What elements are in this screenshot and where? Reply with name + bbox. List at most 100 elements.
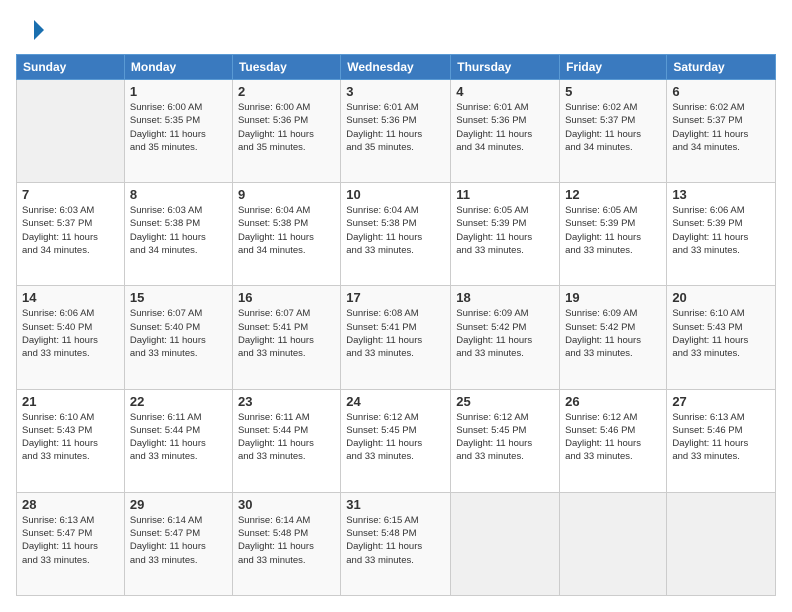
day-number: 30 bbox=[238, 497, 335, 512]
day-info: Sunrise: 6:03 AM Sunset: 5:38 PM Dayligh… bbox=[130, 204, 227, 257]
calendar-cell: 9Sunrise: 6:04 AM Sunset: 5:38 PM Daylig… bbox=[232, 183, 340, 286]
day-number: 10 bbox=[346, 187, 445, 202]
calendar-cell: 12 Sunrise: 6:05 AM Sunset: 5:39 PM Dayli… bbox=[560, 183, 667, 286]
calendar-cell bbox=[17, 80, 125, 183]
day-info: Sunrise: 6:02 AM Sunset: 5:37 PM Dayligh… bbox=[672, 101, 770, 154]
day-number: 9 bbox=[238, 187, 335, 202]
calendar-cell: 27 Sunrise: 6:13 AM Sunset: 5:46 PM Dayli… bbox=[667, 389, 776, 492]
day-info: Sunrise: 6:09 AM Sunset: 5:42 PM Dayligh… bbox=[565, 307, 661, 360]
day-info: Sunrise: 6:12 AM Sunset: 5:45 PM Dayligh… bbox=[456, 411, 554, 464]
weekday-thursday: Thursday bbox=[451, 55, 560, 80]
weekday-header-row: SundayMondayTuesdayWednesdayThursdayFrid… bbox=[17, 55, 776, 80]
day-number: 6 bbox=[672, 84, 770, 99]
calendar-cell: 16 Sunrise: 6:07 AM Sunset: 5:41 PM Dayli… bbox=[232, 286, 340, 389]
day-number: 14 bbox=[22, 290, 119, 305]
day-number: 18 bbox=[456, 290, 554, 305]
calendar-cell: 24 Sunrise: 6:12 AM Sunset: 5:45 PM Dayli… bbox=[341, 389, 451, 492]
day-number: 21 bbox=[22, 394, 119, 409]
calendar-cell: 15 Sunrise: 6:07 AM Sunset: 5:40 PM Dayli… bbox=[124, 286, 232, 389]
day-info: Sunrise: 6:00 AM Sunset: 5:35 PM Dayligh… bbox=[130, 101, 227, 154]
day-number: 3 bbox=[346, 84, 445, 99]
day-number: 19 bbox=[565, 290, 661, 305]
calendar-cell: 28 Sunrise: 6:13 AM Sunset: 5:47 PM Dayli… bbox=[17, 492, 125, 595]
day-number: 23 bbox=[238, 394, 335, 409]
day-info: Sunrise: 6:13 AM Sunset: 5:47 PM Dayligh… bbox=[22, 514, 119, 567]
calendar-cell: 18Sunrise: 6:09 AM Sunset: 5:42 PM Dayli… bbox=[451, 286, 560, 389]
day-info: Sunrise: 6:07 AM Sunset: 5:40 PM Dayligh… bbox=[130, 307, 227, 360]
day-number: 13 bbox=[672, 187, 770, 202]
calendar-cell: 23 Sunrise: 6:11 AM Sunset: 5:44 PM Dayli… bbox=[232, 389, 340, 492]
calendar-page: SundayMondayTuesdayWednesdayThursdayFrid… bbox=[0, 0, 792, 612]
day-number: 28 bbox=[22, 497, 119, 512]
day-info: Sunrise: 6:04 AM Sunset: 5:38 PM Dayligh… bbox=[346, 204, 445, 257]
day-info: Sunrise: 6:13 AM Sunset: 5:46 PM Dayligh… bbox=[672, 411, 770, 464]
calendar-cell: 13 Sunrise: 6:06 AM Sunset: 5:39 PM Dayli… bbox=[667, 183, 776, 286]
calendar-cell: 20Sunrise: 6:10 AM Sunset: 5:43 PM Dayli… bbox=[667, 286, 776, 389]
day-info: Sunrise: 6:03 AM Sunset: 5:37 PM Dayligh… bbox=[22, 204, 119, 257]
day-info: Sunrise: 6:08 AM Sunset: 5:41 PM Dayligh… bbox=[346, 307, 445, 360]
day-number: 15 bbox=[130, 290, 227, 305]
day-info: Sunrise: 6:12 AM Sunset: 5:45 PM Dayligh… bbox=[346, 411, 445, 464]
day-number: 8 bbox=[130, 187, 227, 202]
calendar-cell: 7 Sunrise: 6:03 AM Sunset: 5:37 PM Daylig… bbox=[17, 183, 125, 286]
week-row-5: 28 Sunrise: 6:13 AM Sunset: 5:47 PM Dayli… bbox=[17, 492, 776, 595]
calendar-cell: 30Sunrise: 6:14 AM Sunset: 5:48 PM Dayli… bbox=[232, 492, 340, 595]
day-info: Sunrise: 6:11 AM Sunset: 5:44 PM Dayligh… bbox=[238, 411, 335, 464]
calendar-cell: 6 Sunrise: 6:02 AM Sunset: 5:37 PM Daylig… bbox=[667, 80, 776, 183]
day-number: 25 bbox=[456, 394, 554, 409]
calendar-cell: 21 Sunrise: 6:10 AM Sunset: 5:43 PM Dayli… bbox=[17, 389, 125, 492]
day-number: 27 bbox=[672, 394, 770, 409]
day-number: 4 bbox=[456, 84, 554, 99]
weekday-saturday: Saturday bbox=[667, 55, 776, 80]
calendar-cell bbox=[560, 492, 667, 595]
day-number: 26 bbox=[565, 394, 661, 409]
day-number: 7 bbox=[22, 187, 119, 202]
day-info: Sunrise: 6:12 AM Sunset: 5:46 PM Dayligh… bbox=[565, 411, 661, 464]
day-info: Sunrise: 6:01 AM Sunset: 5:36 PM Dayligh… bbox=[346, 101, 445, 154]
calendar-cell: 8 Sunrise: 6:03 AM Sunset: 5:38 PM Daylig… bbox=[124, 183, 232, 286]
calendar-cell: 17 Sunrise: 6:08 AM Sunset: 5:41 PM Dayli… bbox=[341, 286, 451, 389]
day-info: Sunrise: 6:02 AM Sunset: 5:37 PM Dayligh… bbox=[565, 101, 661, 154]
day-info: Sunrise: 6:05 AM Sunset: 5:39 PM Dayligh… bbox=[456, 204, 554, 257]
weekday-wednesday: Wednesday bbox=[341, 55, 451, 80]
day-info: Sunrise: 6:00 AM Sunset: 5:36 PM Dayligh… bbox=[238, 101, 335, 154]
calendar-cell: 26 Sunrise: 6:12 AM Sunset: 5:46 PM Dayli… bbox=[560, 389, 667, 492]
day-info: Sunrise: 6:01 AM Sunset: 5:36 PM Dayligh… bbox=[456, 101, 554, 154]
day-info: Sunrise: 6:10 AM Sunset: 5:43 PM Dayligh… bbox=[22, 411, 119, 464]
day-info: Sunrise: 6:05 AM Sunset: 5:39 PM Dayligh… bbox=[565, 204, 661, 257]
header bbox=[16, 16, 776, 44]
day-info: Sunrise: 6:06 AM Sunset: 5:39 PM Dayligh… bbox=[672, 204, 770, 257]
day-number: 11 bbox=[456, 187, 554, 202]
day-number: 5 bbox=[565, 84, 661, 99]
day-number: 16 bbox=[238, 290, 335, 305]
week-row-3: 14 Sunrise: 6:06 AM Sunset: 5:40 PM Dayli… bbox=[17, 286, 776, 389]
day-info: Sunrise: 6:14 AM Sunset: 5:47 PM Dayligh… bbox=[130, 514, 227, 567]
calendar-cell: 31 Sunrise: 6:15 AM Sunset: 5:48 PM Dayli… bbox=[341, 492, 451, 595]
day-number: 31 bbox=[346, 497, 445, 512]
calendar-cell: 19 Sunrise: 6:09 AM Sunset: 5:42 PM Dayli… bbox=[560, 286, 667, 389]
day-info: Sunrise: 6:06 AM Sunset: 5:40 PM Dayligh… bbox=[22, 307, 119, 360]
day-number: 1 bbox=[130, 84, 227, 99]
day-info: Sunrise: 6:07 AM Sunset: 5:41 PM Dayligh… bbox=[238, 307, 335, 360]
day-info: Sunrise: 6:15 AM Sunset: 5:48 PM Dayligh… bbox=[346, 514, 445, 567]
calendar-cell: 5 Sunrise: 6:02 AM Sunset: 5:37 PM Daylig… bbox=[560, 80, 667, 183]
calendar-cell: 11 Sunrise: 6:05 AM Sunset: 5:39 PM Dayli… bbox=[451, 183, 560, 286]
calendar-cell: 10 Sunrise: 6:04 AM Sunset: 5:38 PM Dayli… bbox=[341, 183, 451, 286]
calendar-cell: 22Sunrise: 6:11 AM Sunset: 5:44 PM Dayli… bbox=[124, 389, 232, 492]
calendar-table: SundayMondayTuesdayWednesdayThursdayFrid… bbox=[16, 54, 776, 596]
week-row-4: 21 Sunrise: 6:10 AM Sunset: 5:43 PM Dayli… bbox=[17, 389, 776, 492]
calendar-cell bbox=[451, 492, 560, 595]
calendar-cell bbox=[667, 492, 776, 595]
weekday-tuesday: Tuesday bbox=[232, 55, 340, 80]
logo-icon bbox=[16, 16, 44, 44]
day-number: 24 bbox=[346, 394, 445, 409]
day-number: 17 bbox=[346, 290, 445, 305]
day-number: 12 bbox=[565, 187, 661, 202]
weekday-sunday: Sunday bbox=[17, 55, 125, 80]
weekday-monday: Monday bbox=[124, 55, 232, 80]
weekday-friday: Friday bbox=[560, 55, 667, 80]
day-number: 22 bbox=[130, 394, 227, 409]
week-row-2: 7 Sunrise: 6:03 AM Sunset: 5:37 PM Daylig… bbox=[17, 183, 776, 286]
calendar-cell: 3 Sunrise: 6:01 AM Sunset: 5:36 PM Daylig… bbox=[341, 80, 451, 183]
day-number: 20 bbox=[672, 290, 770, 305]
